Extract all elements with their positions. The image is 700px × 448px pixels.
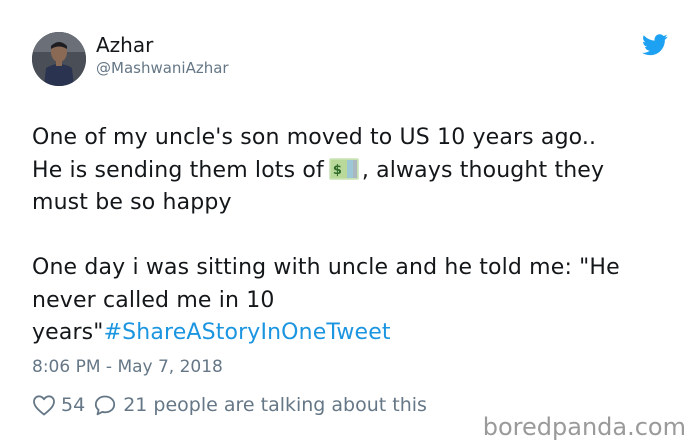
like-count: 54: [61, 394, 86, 416]
avatar-image: [32, 32, 86, 86]
tweet-line: One day i was sitting with uncle and he …: [32, 255, 620, 280]
tweet-timestamp[interactable]: 8:06 PM - May 7, 2018: [32, 356, 223, 378]
tweet-actions: 54 21 people are talking about this: [32, 393, 427, 417]
twitter-bird-icon[interactable]: [642, 34, 668, 56]
user-handle[interactable]: @MashwaniAzhar: [96, 58, 229, 78]
svg-text:$: $: [333, 163, 342, 178]
watermark: boredpanda.com: [482, 413, 686, 441]
tweet-line: never called me in 10: [32, 287, 275, 313]
reply-bubble-icon[interactable]: [93, 394, 117, 416]
tweet-text: One of my uncle's son moved to US 10 yea…: [32, 122, 672, 350]
avatar[interactable]: [32, 32, 86, 86]
conversation-count[interactable]: 21 people are talking about this: [123, 393, 427, 417]
tweet-line-part: , always thought they: [361, 157, 605, 183]
tweet-line: must be so happy: [32, 190, 232, 215]
tweet-line: One of my uncle's son moved to US 10 yea…: [32, 125, 597, 150]
tweet-line-part: He is sending them lots of: [32, 157, 324, 183]
money-emoji-icon: $: [328, 157, 359, 180]
tweet-line: He is sending them lots of $ , always th…: [32, 155, 672, 188]
heart-icon[interactable]: [32, 394, 56, 416]
tweet-line: years"#ShareAStoryInOneTweet: [32, 317, 672, 350]
hashtag-link[interactable]: #ShareAStoryInOneTweet: [104, 320, 391, 345]
display-name[interactable]: Azhar: [96, 33, 153, 57]
tweet-line-part: years": [32, 320, 104, 345]
tweet-paragraph-gap: [32, 220, 672, 253]
